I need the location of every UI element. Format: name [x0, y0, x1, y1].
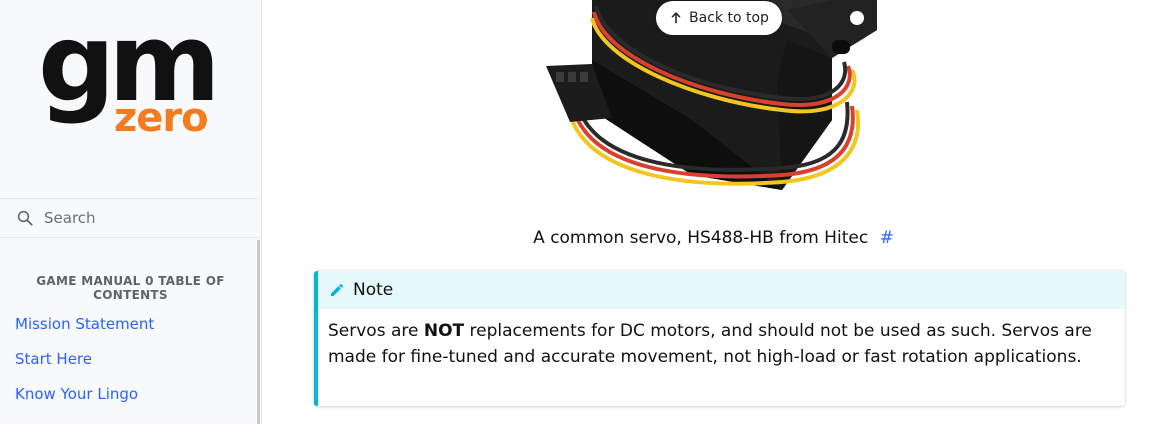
- logo-sub-text: zero: [114, 95, 209, 141]
- note-body-emphasis: NOT: [423, 321, 465, 341]
- search-input[interactable]: [42, 208, 246, 228]
- back-to-top-label: Back to top: [689, 10, 769, 26]
- toc-item: Know Your Lingo: [0, 384, 261, 419]
- note-body-before: Servos are: [328, 321, 424, 341]
- search-icon: [17, 210, 33, 226]
- note-body: Servos are NOT replacements for DC motor…: [318, 309, 1125, 370]
- search-bar[interactable]: [0, 198, 261, 238]
- toc-link-start-here[interactable]: Start Here: [0, 349, 261, 369]
- note-admonition: Note Servos are NOT replacements for DC …: [314, 271, 1125, 406]
- sidebar: gm zero GAME MANUAL 0 TABLE OF CONTENTS …: [0, 0, 262, 424]
- back-to-top-button[interactable]: Back to top: [656, 1, 782, 35]
- pencil-icon: [331, 283, 344, 296]
- gm-zero-logo[interactable]: gm zero: [38, 10, 228, 150]
- figure-caption: A common servo, HS488-HB from Hitec #: [262, 228, 1165, 248]
- toc-panel: GAME MANUAL 0 TABLE OF CONTENTS Mission …: [0, 240, 261, 424]
- caption-text: A common servo, HS488-HB from Hitec: [533, 228, 869, 248]
- arrow-up-icon: [671, 12, 681, 24]
- toc-item: Mission Statement: [0, 314, 261, 349]
- note-title-bar: Note: [318, 271, 1125, 309]
- toc-link-know-your-lingo[interactable]: Know Your Lingo: [0, 384, 261, 404]
- note-title: Note: [353, 280, 394, 300]
- toc-title: GAME MANUAL 0 TABLE OF CONTENTS: [36, 274, 225, 302]
- toc-list: Mission Statement Start Here Know Your L…: [0, 314, 261, 419]
- toc-item: Start Here: [0, 349, 261, 384]
- caption-permalink[interactable]: #: [880, 228, 894, 248]
- sidebar-scrollbar[interactable]: [257, 240, 260, 424]
- toc-link-mission-statement[interactable]: Mission Statement: [0, 314, 261, 334]
